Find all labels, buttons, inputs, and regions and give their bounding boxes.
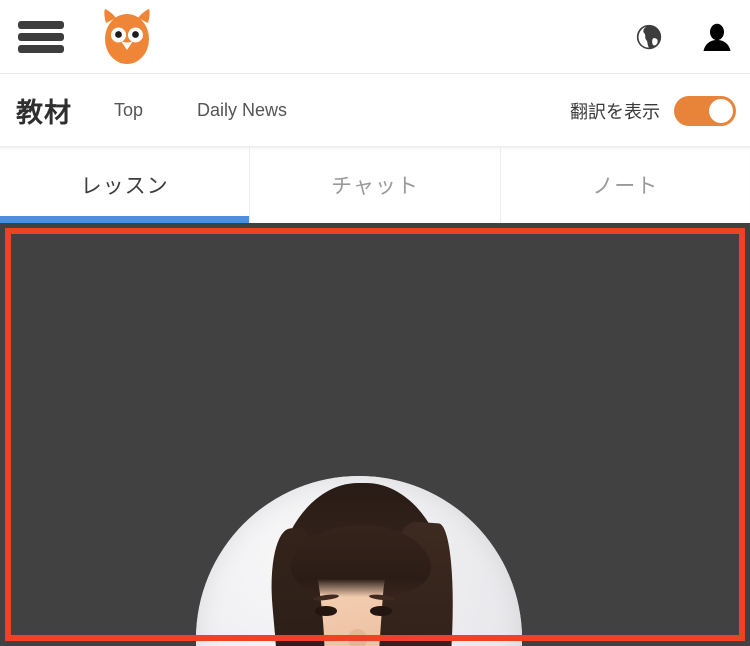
user-avatar-icon[interactable]	[698, 18, 736, 56]
hamburger-bar	[18, 33, 64, 41]
remote-participant-video[interactable]	[196, 476, 522, 646]
globe-icon[interactable]	[630, 18, 668, 56]
translation-toggle-label: 翻訳を表示	[570, 101, 660, 122]
tab-chat-label: チャット	[331, 175, 419, 198]
tab-note[interactable]: ノート	[499, 147, 750, 223]
translation-toggle-group: 翻訳を表示	[570, 74, 736, 147]
video-call-stage	[0, 223, 750, 646]
lesson-app-window: 教材 Top Daily News 翻訳を表示 レッスン チャット ノート	[0, 0, 750, 646]
top-header-bar	[0, 0, 750, 74]
tab-lesson-label: レッスン	[80, 175, 169, 198]
page-title: 教材	[16, 97, 72, 128]
toggle-knob	[709, 98, 733, 123]
tab-lesson[interactable]: レッスン	[0, 147, 250, 223]
lesson-tab-bar: レッスン チャット ノート	[0, 147, 750, 223]
tab-note-label: ノート	[592, 175, 659, 198]
hamburger-menu-icon[interactable]	[18, 18, 64, 56]
section-bar: 教材 Top Daily News 翻訳を表示	[0, 74, 750, 147]
translation-toggle-switch[interactable]	[674, 95, 736, 126]
hamburger-bar	[18, 21, 64, 29]
tab-chat[interactable]: チャット	[249, 147, 499, 223]
header-actions	[630, 0, 736, 74]
hamburger-bar	[18, 45, 64, 53]
participant-portrait	[196, 476, 522, 646]
owl-logo-icon[interactable]	[98, 7, 156, 67]
nav-item-daily-news[interactable]: Daily News	[197, 100, 287, 121]
section-nav: Top Daily News	[114, 100, 287, 121]
nav-item-top[interactable]: Top	[114, 100, 143, 121]
